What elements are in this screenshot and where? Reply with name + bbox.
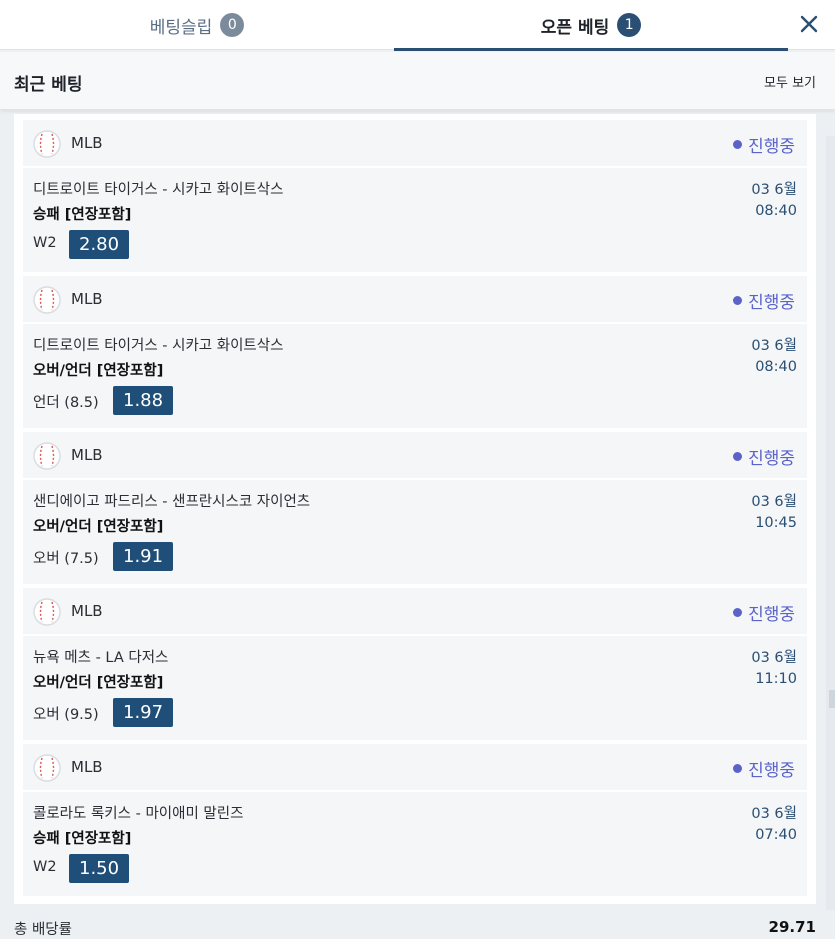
view-all-link[interactable]: 모두 보기 [764, 72, 816, 91]
tab-betslip-label: 베팅슬립 [149, 17, 213, 38]
bet-date: 03 6월 [751, 338, 797, 354]
bet-time: 08:40 [755, 359, 797, 375]
league-name: MLB [71, 134, 103, 152]
odds-value[interactable]: 1.91 [113, 542, 174, 571]
odds-value[interactable]: 1.50 [69, 854, 130, 883]
odds-value[interactable]: 1.88 [113, 386, 174, 415]
status-dot-icon [733, 764, 743, 773]
bet-date: 03 6월 [751, 806, 797, 822]
baseball-icon [33, 442, 61, 470]
baseball-icon [33, 286, 61, 314]
match-name: 디트로이트 타이거스 - 시카고 화이트삭스 [33, 182, 284, 198]
tab-open-bets-count-badge: 1 [617, 13, 642, 37]
pick-label: W2 [33, 235, 57, 251]
bet-time: 11:10 [755, 671, 797, 687]
status-badge: 진행중 [733, 600, 795, 625]
section-title: 최근 베팅 [14, 75, 83, 95]
bet-date: 03 6월 [751, 182, 797, 198]
pick-label: 오버 (7.5) [33, 551, 99, 567]
baseball-icon [33, 754, 61, 782]
match-name: 뉴욕 메츠 - LA 다저스 [33, 650, 169, 666]
bet-date: 03 6월 [751, 494, 797, 510]
bet-time: 10:45 [755, 515, 797, 531]
close-icon [800, 15, 818, 33]
market-name: 승패 [연장포함] [33, 207, 132, 223]
baseball-icon [33, 598, 61, 626]
recent-bets-header: 최근 베팅 모두 보기 [0, 52, 835, 110]
total-odds-value: 29.71 [768, 918, 816, 936]
bet-card[interactable]: MLB 진행중 뉴욕 메츠 - LA 다저스 오버/언더 [연장포함] 오버 (… [23, 588, 807, 740]
bet-card[interactable]: MLB 진행중 콜로라도 록키스 - 마이애미 말린즈 승패 [연장포함] W2… [23, 744, 807, 896]
scrollbar-thumb[interactable] [829, 690, 835, 708]
bet-card-header: MLB 진행중 [23, 588, 807, 636]
market-name: 오버/언더 [연장포함] [33, 363, 164, 379]
bet-time: 08:40 [755, 203, 797, 219]
league-name: MLB [71, 602, 103, 620]
match-name: 샌디에이고 파드리스 - 샌프란시스코 자이언츠 [33, 494, 311, 510]
status-dot-icon [733, 452, 743, 461]
status-dot-icon [733, 140, 743, 149]
bet-card-header: MLB 진행중 [23, 276, 807, 324]
status-dot-icon [733, 296, 743, 305]
bet-list: MLB 진행중 디트로이트 타이거스 - 시카고 화이트삭스 승패 [연장포함]… [14, 114, 816, 904]
match-name: 디트로이트 타이거스 - 시카고 화이트삭스 [33, 338, 284, 354]
status-badge: 진행중 [733, 288, 795, 313]
bet-time: 07:40 [755, 827, 797, 843]
bet-date: 03 6월 [751, 650, 797, 666]
pick-label: 언더 (8.5) [33, 395, 99, 411]
status-text: 진행중 [748, 137, 795, 157]
status-dot-icon [733, 608, 743, 617]
status-text: 진행중 [748, 449, 795, 469]
tab-open-bets[interactable]: 오픈 베팅 1 [394, 0, 788, 51]
match-name: 콜로라도 록키스 - 마이애미 말린즈 [33, 806, 244, 822]
market-name: 오버/언더 [연장포함] [33, 675, 164, 691]
odds-value[interactable]: 2.80 [69, 230, 130, 259]
total-odds-row: 총 배당률 29.71 [0, 910, 835, 939]
scrollbar-track[interactable] [826, 136, 835, 939]
bet-card-header: MLB 진행중 [23, 120, 807, 168]
league-name: MLB [71, 758, 103, 776]
tab-open-bets-label: 오픈 베팅 [540, 17, 610, 38]
status-badge: 진행중 [733, 132, 795, 157]
pick-label: W2 [33, 859, 57, 875]
status-text: 진행중 [748, 293, 795, 313]
bet-card[interactable]: MLB 진행중 디트로이트 타이거스 - 시카고 화이트삭스 승패 [연장포함]… [23, 120, 807, 272]
market-name: 오버/언더 [연장포함] [33, 519, 164, 535]
bet-card[interactable]: MLB 진행중 디트로이트 타이거스 - 시카고 화이트삭스 오버/언더 [연장… [23, 276, 807, 428]
bet-card[interactable]: MLB 진행중 샌디에이고 파드리스 - 샌프란시스코 자이언츠 오버/언더 [… [23, 432, 807, 584]
bet-card-header: MLB 진행중 [23, 744, 807, 792]
status-text: 진행중 [748, 761, 795, 781]
market-name: 승패 [연장포함] [33, 831, 132, 847]
close-button[interactable] [793, 8, 825, 40]
tab-betslip[interactable]: 베팅슬립 0 [0, 0, 394, 50]
status-badge: 진행중 [733, 444, 795, 469]
status-badge: 진행중 [733, 756, 795, 781]
tab-betslip-count-badge: 0 [220, 13, 245, 37]
league-name: MLB [71, 446, 103, 464]
total-odds-label: 총 배당률 [14, 922, 72, 938]
bet-card-header: MLB 진행중 [23, 432, 807, 480]
status-text: 진행중 [748, 605, 795, 625]
odds-value[interactable]: 1.97 [113, 698, 174, 727]
baseball-icon [33, 130, 61, 158]
league-name: MLB [71, 290, 103, 308]
pick-label: 오버 (9.5) [33, 707, 99, 723]
betslip-tabs: 베팅슬립 0 오픈 베팅 1 [0, 0, 835, 51]
